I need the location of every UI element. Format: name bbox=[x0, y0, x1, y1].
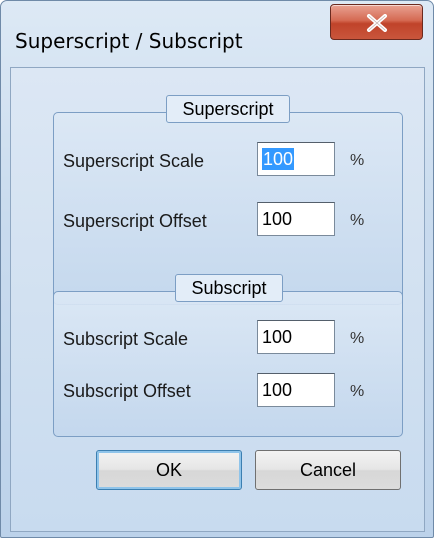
dialog-client-area: Superscript Superscript Scale 100 % Supe… bbox=[10, 67, 425, 532]
superscript-group-label: Superscript bbox=[166, 95, 290, 123]
superscript-offset-unit: % bbox=[350, 212, 365, 229]
subscript-group-box bbox=[53, 291, 403, 437]
superscript-scale-label: Superscript Scale bbox=[63, 151, 205, 171]
close-button[interactable] bbox=[330, 4, 423, 40]
dialog-window: Superscript / Subscript Superscript Supe… bbox=[0, 0, 434, 538]
subscript-scale-label: Subscript Scale bbox=[63, 329, 189, 349]
cancel-button[interactable]: Cancel bbox=[255, 450, 401, 490]
superscript-scale-value: 100 bbox=[262, 148, 295, 170]
window-title: Superscript / Subscript bbox=[15, 29, 243, 53]
subscript-offset-unit: % bbox=[350, 383, 365, 400]
superscript-scale-input[interactable]: 100 bbox=[257, 142, 335, 176]
superscript-offset-label: Superscript Offset bbox=[63, 211, 207, 231]
subscript-offset-label: Subscript Offset bbox=[63, 381, 191, 401]
ok-button[interactable]: OK bbox=[96, 450, 242, 490]
title-bar[interactable]: Superscript / Subscript bbox=[1, 1, 433, 63]
subscript-group-label: Subscript bbox=[175, 274, 283, 302]
superscript-scale-unit: % bbox=[350, 152, 365, 169]
close-icon bbox=[367, 14, 387, 32]
subscript-offset-input[interactable] bbox=[257, 373, 335, 407]
subscript-scale-unit: % bbox=[350, 330, 365, 347]
superscript-offset-input[interactable] bbox=[257, 202, 335, 236]
subscript-scale-input[interactable] bbox=[257, 320, 335, 354]
